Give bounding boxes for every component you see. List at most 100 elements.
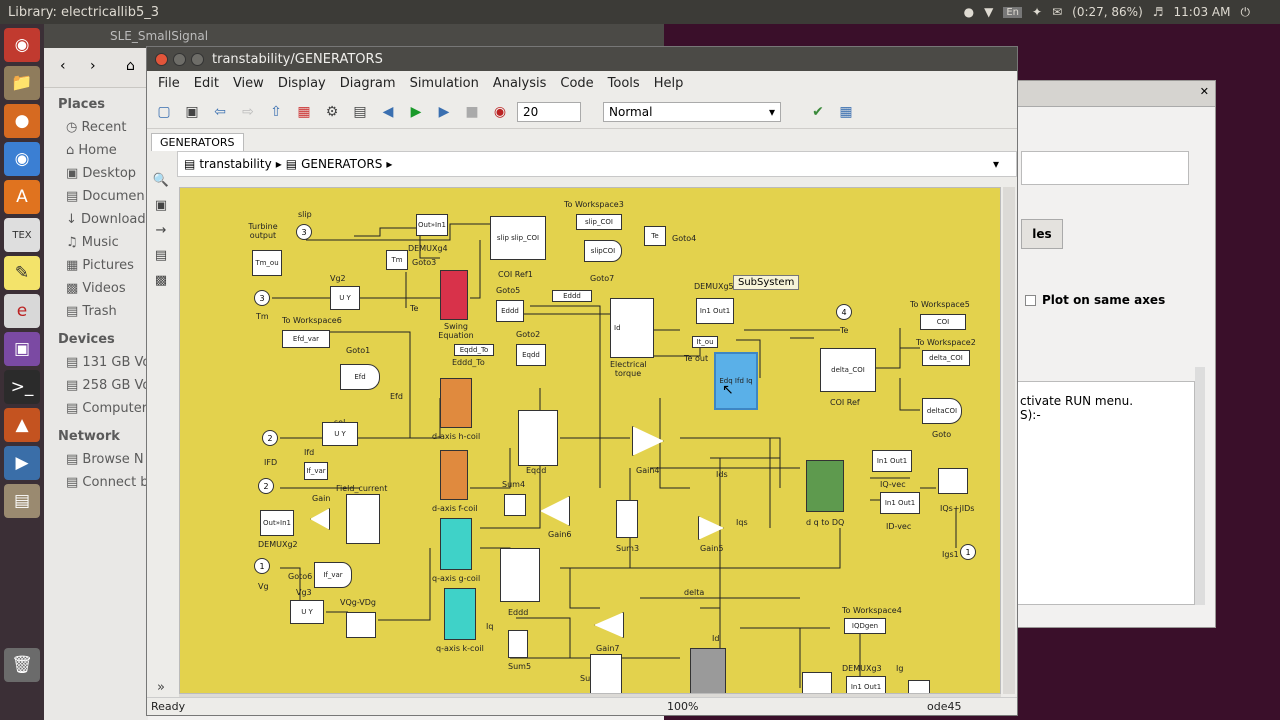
image-icon[interactable]: ▩	[155, 273, 167, 288]
power-icon[interactable]: ⏻	[1241, 5, 1251, 20]
save-icon[interactable]: ▣	[181, 101, 203, 123]
goto6-block[interactable]: If_var	[314, 562, 352, 588]
menu-display[interactable]: Display	[271, 76, 333, 91]
clock[interactable]: 11:03 AM	[1174, 5, 1231, 19]
annotation-icon[interactable]: ▤	[155, 248, 167, 263]
menu-edit[interactable]: Edit	[187, 76, 226, 91]
sidebar-item-volume-131[interactable]: ▤ 131 GB Vo	[44, 351, 148, 374]
swing-equation-block[interactable]	[440, 270, 468, 320]
forward-arrow-icon[interactable]: ⇨	[237, 101, 259, 123]
menu-tools[interactable]: Tools	[601, 76, 647, 91]
tw4-block[interactable]: IQDgen	[844, 618, 886, 634]
demux3-block[interactable]: In1 Out1	[846, 676, 886, 693]
software-center-icon[interactable]: A	[4, 180, 40, 214]
right-window-text-area[interactable]: ctivate RUN menu. S):-	[1017, 381, 1195, 605]
close-icon[interactable]: ✕	[1200, 85, 1209, 98]
sidebar-item-recent[interactable]: ◷ Recent	[44, 116, 148, 139]
tw2-block[interactable]: delta_COI	[922, 350, 970, 366]
breadcrumb-transtability[interactable]: transtability	[199, 157, 271, 171]
outport-igs[interactable]: 1	[960, 544, 976, 560]
menu-view[interactable]: View	[226, 76, 271, 91]
d-axis-f-coil-block[interactable]	[440, 450, 468, 500]
field-current-block[interactable]	[346, 494, 380, 544]
eqdd-block[interactable]	[518, 410, 558, 466]
dq-to-dq-block[interactable]	[806, 460, 844, 512]
eqdd-to-block[interactable]: Eqdd_To	[454, 344, 494, 356]
expand-icon[interactable]: »	[157, 680, 165, 695]
volume-icon[interactable]: ♬	[1153, 5, 1164, 19]
settings-gear-icon[interactable]: ⚙	[321, 101, 343, 123]
camera-icon[interactable]: ●	[964, 5, 974, 19]
tw3-block[interactable]: slip_COI	[576, 214, 622, 230]
right-window-scrollbar[interactable]	[1195, 367, 1205, 605]
battery-indicator[interactable]: (0:27, 86%)	[1072, 5, 1143, 19]
eddd-block[interactable]	[500, 548, 540, 602]
sidebar-item-videos[interactable]: ▩ Videos	[44, 277, 148, 300]
stop-time-input[interactable]	[517, 101, 581, 122]
vqvd-block[interactable]	[346, 612, 376, 638]
sum5-block[interactable]	[508, 630, 528, 658]
zoom-icon[interactable]: 🔍	[153, 173, 169, 188]
sidebar-item-desktop[interactable]: ▣ Desktop	[44, 162, 148, 185]
if-var-block[interactable]: If_var	[304, 462, 328, 480]
d-axis-h-coil-block[interactable]	[440, 378, 472, 428]
coiref1-block[interactable]: slip slip_COI	[490, 216, 546, 260]
home-icon[interactable]: ⌂	[126, 58, 135, 74]
sum3-block[interactable]	[616, 500, 638, 538]
menu-analysis[interactable]: Analysis	[486, 76, 554, 91]
model-canvas[interactable]: 3 3 2 2 1 4 1 slip Turbine output To Wor…	[179, 187, 1001, 694]
model-explorer-icon[interactable]: ▤	[349, 101, 371, 123]
demux4-block[interactable]: Out»In1	[416, 214, 448, 236]
library-browser-icon[interactable]: ▦	[293, 101, 315, 123]
goto-slipcoi-block[interactable]: slipCOI	[584, 240, 622, 262]
ubuntu-icon[interactable]: ◉	[4, 28, 40, 62]
keyboard-indicator[interactable]: En	[1003, 6, 1023, 18]
sidebar-item-trash[interactable]: ▤ Trash	[44, 300, 148, 323]
right-window-button[interactable]: les	[1021, 219, 1063, 249]
breadcrumb-generators[interactable]: GENERATORS	[301, 157, 382, 171]
step-forward-icon[interactable]: ▶	[433, 101, 455, 123]
package-icon[interactable]: ▤	[4, 484, 40, 518]
demux5-block[interactable]: In1 Out1	[696, 298, 734, 324]
step-back-icon[interactable]: ◀	[377, 101, 399, 123]
vg3-block[interactable]: U Y	[290, 600, 324, 624]
iqs-ids-block[interactable]	[938, 468, 968, 494]
model-advisor-icon[interactable]: ✔	[807, 101, 829, 123]
files-icon[interactable]: 📁	[4, 66, 40, 100]
from-te-block[interactable]: Te	[644, 226, 666, 246]
sidebar-item-home[interactable]: ⌂ Home	[44, 139, 148, 162]
run-icon[interactable]: ▶	[405, 101, 427, 123]
trash-icon[interactable]: 🗑	[4, 648, 40, 682]
bluetooth-icon[interactable]: ✦	[1032, 5, 1042, 19]
vertical-scrollbar[interactable]	[1003, 187, 1015, 694]
forward-icon[interactable]: ›	[90, 58, 96, 74]
app-icon[interactable]: e	[4, 294, 40, 328]
sum-lower-block[interactable]	[802, 672, 832, 693]
iq-vec-block[interactable]: In1 Out1	[872, 450, 912, 472]
new-model-icon[interactable]: ▢	[153, 101, 175, 123]
inport-tm[interactable]: 3	[254, 290, 270, 306]
goto5-block[interactable]: Eddd	[496, 300, 524, 322]
close-button[interactable]	[155, 52, 168, 66]
menu-file[interactable]: File	[151, 76, 187, 91]
texmaker-icon[interactable]: TEX	[4, 218, 40, 252]
stop-icon[interactable]: ■	[461, 101, 483, 123]
tab-generators[interactable]: GENERATORS	[151, 133, 244, 151]
goto1-block[interactable]: Efd	[340, 364, 380, 390]
build-icon[interactable]: ▦	[835, 101, 857, 123]
screenshot-icon[interactable]: ▣	[4, 332, 40, 366]
goto3-block[interactable]: Tm	[386, 250, 408, 270]
gray-subsystem-block[interactable]	[690, 648, 726, 693]
sidebar-item-volume-258[interactable]: ▤ 258 GB Vo	[44, 374, 148, 397]
back-icon[interactable]: ‹	[60, 58, 66, 74]
simulation-mode-select[interactable]: Normal ▾	[603, 101, 781, 122]
sidebar-item-downloads[interactable]: ↓ Download	[44, 208, 148, 231]
sidebar-item-documents[interactable]: ▤ Documen	[44, 185, 148, 208]
electrical-torque-block[interactable]: Id	[610, 298, 654, 358]
tm-ou-block[interactable]: Tm_ou	[252, 250, 282, 276]
minimize-button[interactable]	[173, 52, 186, 66]
goto-eqdd-block[interactable]: Eqdd	[516, 344, 546, 366]
goto-deltacoi-block[interactable]: deltaCOI	[922, 398, 962, 424]
tw6-block[interactable]: Efd_var	[282, 330, 330, 348]
chrome-icon[interactable]: ◉	[4, 142, 40, 176]
